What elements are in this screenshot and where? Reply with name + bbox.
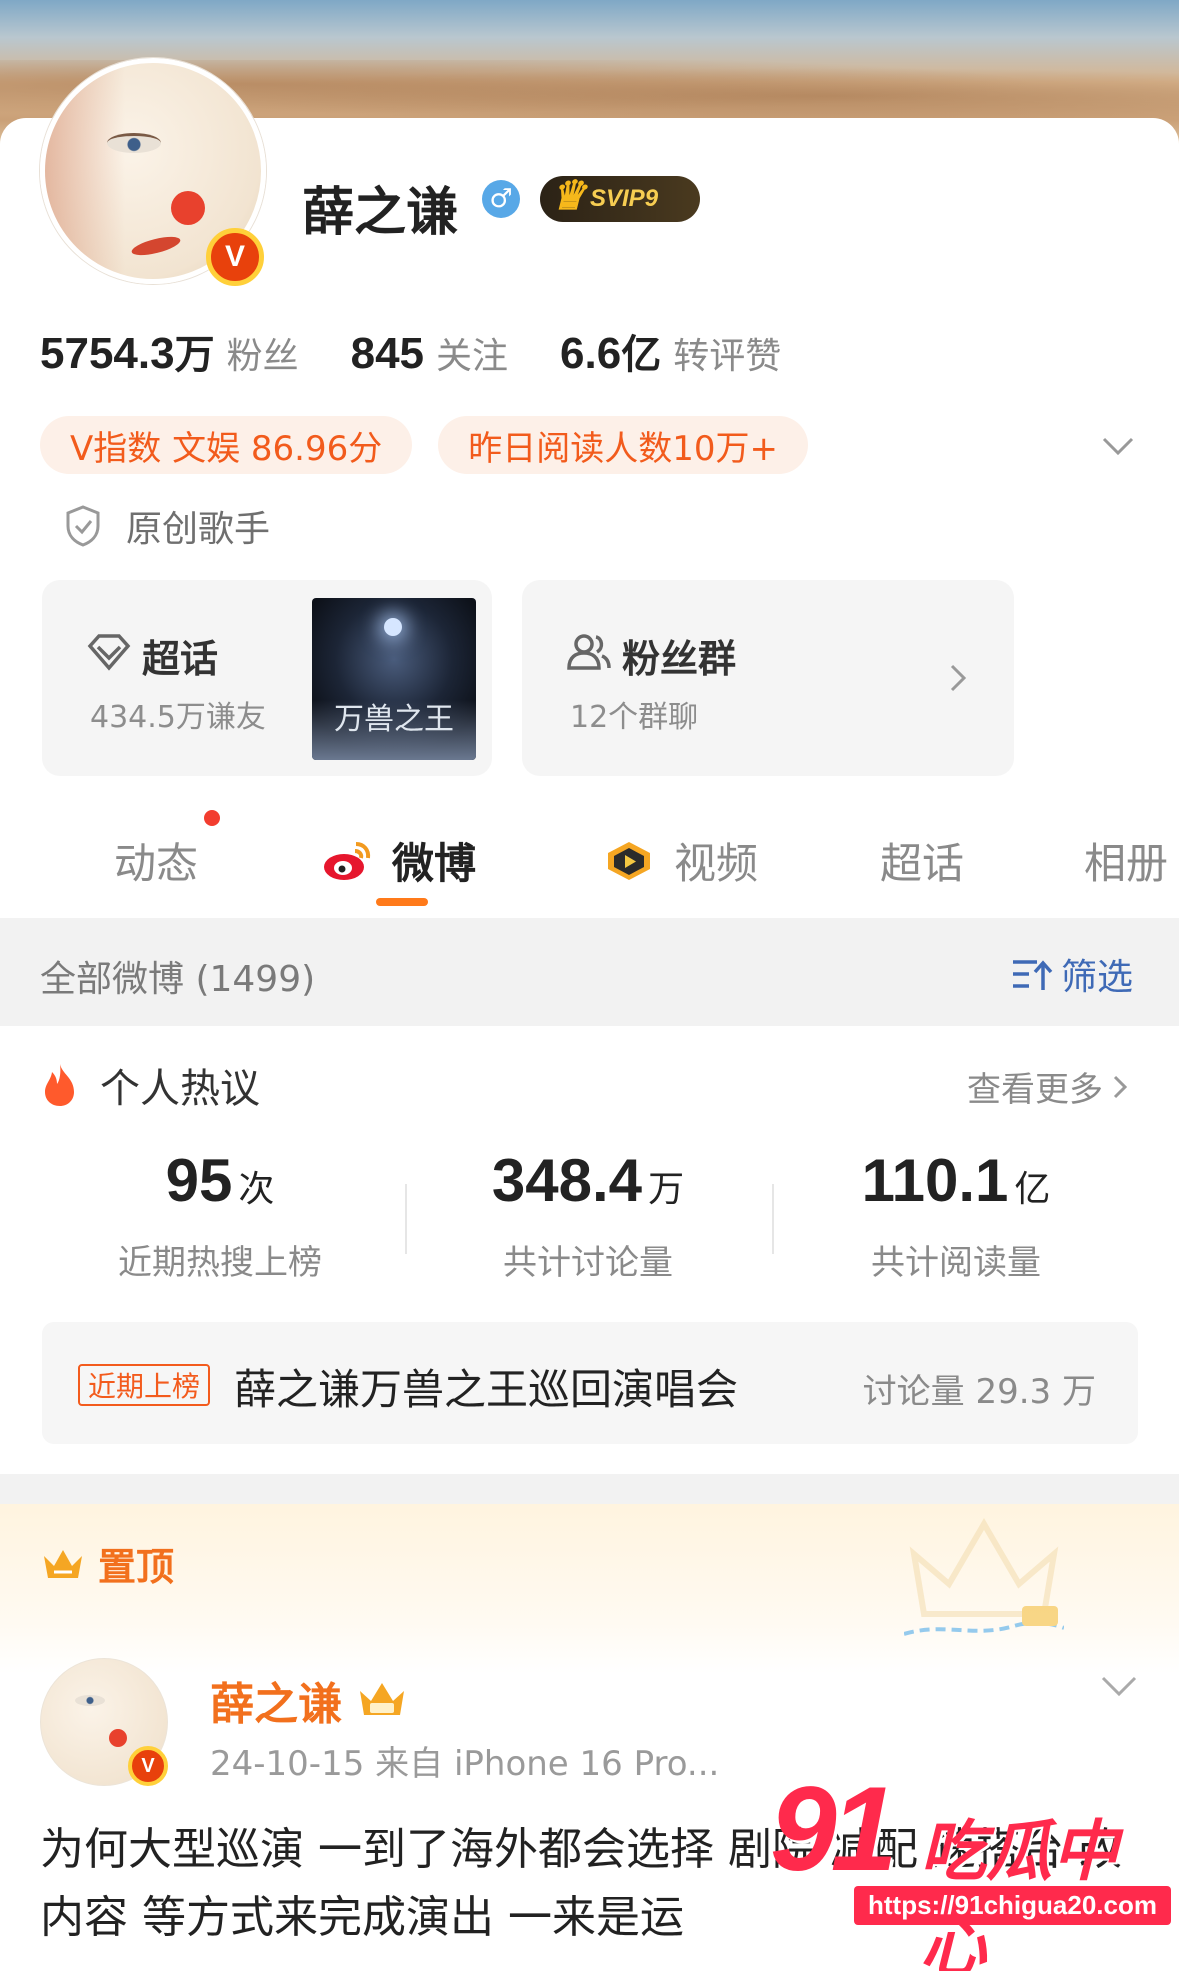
crown-icon: [44, 1549, 82, 1578]
metric-value: 348.4: [491, 1147, 643, 1214]
notification-dot: [204, 810, 220, 826]
metric-value: 110.1: [861, 1147, 1009, 1214]
divider: [772, 1184, 774, 1254]
chevron-right-icon: [950, 664, 967, 692]
see-more-link[interactable]: 查看更多: [967, 1062, 1133, 1111]
metric-discussion: 348.4 万 共计讨论量: [438, 1146, 738, 1284]
tab-label: 相册: [1084, 839, 1169, 888]
trending-count: 讨论量 29.3 万: [862, 1372, 1096, 1412]
profile-stats: 5754.3 万 粉丝 845 关注 6.6 亿 转评赞: [40, 322, 833, 380]
crown-decoration-icon: [904, 1518, 1064, 1636]
weibo-logo-icon: [324, 841, 371, 880]
hot-header: 个人热议: [40, 1056, 260, 1114]
svip-badge[interactable]: ♛ SVIP9: [540, 174, 700, 222]
watermark-number: 91: [770, 1762, 898, 1896]
pinned-label: 置顶: [40, 1536, 174, 1591]
verified-badge-icon: V: [206, 228, 264, 286]
metric-unit: 次: [238, 1169, 275, 1210]
post-meta: 24-10-15 来自 iPhone 16 Pro...: [210, 1744, 720, 1784]
watermark: 91 吃瓜中心 https://91chigua20.com: [770, 1760, 1171, 1971]
reader-count-pill[interactable]: 昨日阅读人数10万+: [438, 416, 808, 474]
diamond-icon: [87, 634, 131, 671]
pinned-text: 置顶: [98, 1545, 175, 1589]
stat-following[interactable]: 845 关注: [351, 327, 508, 379]
tab-label: 视频: [674, 839, 759, 888]
metric-hot-search: 95 次 近期热搜上榜: [70, 1146, 370, 1284]
metric-label: 共计阅读量: [871, 1243, 1041, 1283]
stat-label: 关注: [436, 336, 509, 377]
hot-title: 个人热议: [100, 1066, 260, 1112]
active-tab-indicator: [376, 898, 428, 906]
trending-topic-row[interactable]: 近期上榜 薛之谦万兽之王巡回演唱会 讨论量 29.3 万: [42, 1322, 1138, 1444]
metric-reads: 110.1 亿 共计阅读量: [806, 1146, 1106, 1284]
filter-bar: 全部微博 (1499) 筛选: [0, 918, 1179, 1026]
all-posts-count[interactable]: 全部微博 (1499): [40, 950, 315, 1002]
profile-tags: V指数 文娱 86.96分 昨日阅读人数10万+: [40, 416, 834, 474]
chevron-right-icon: [1113, 1075, 1128, 1098]
profile-role: 原创歌手: [64, 500, 270, 552]
filter-icon: [1012, 960, 1053, 990]
filter-button[interactable]: 筛选: [1011, 948, 1133, 1000]
crown-badge-icon: [360, 1683, 404, 1715]
stat-interactions[interactable]: 6.6 亿 转评赞: [560, 322, 781, 380]
stat-value: 5754.3: [40, 329, 175, 378]
supertopic-title: 超话: [142, 637, 219, 681]
supertopic-tile[interactable]: 超话 434.5万谦友 万兽之王: [42, 580, 492, 776]
video-play-icon: [608, 841, 650, 880]
chevron-down-icon[interactable]: [1100, 1674, 1138, 1698]
trending-topic: 薛之谦万兽之王巡回演唱会: [234, 1365, 739, 1414]
tab-album[interactable]: 相册: [1084, 830, 1168, 891]
v-index-pill[interactable]: V指数 文娱 86.96分: [40, 416, 413, 474]
section-separator: [0, 1474, 1179, 1504]
male-gender-icon: ♂: [482, 180, 520, 218]
fangroup-subtitle: 12个群聊: [570, 700, 699, 735]
crown-icon: ♛: [550, 174, 586, 218]
metric-value: 95: [165, 1147, 233, 1214]
tab-supertopic[interactable]: 超话: [880, 830, 964, 891]
hot-discussion-card: 个人热议 查看更多 95 次 近期热搜上榜 348.4 万 共计讨论量 110.1 亿…: [0, 1026, 1179, 1474]
metric-unit: 亿: [1014, 1169, 1051, 1210]
tab-label: 动态: [114, 839, 199, 888]
supertopic-thumbnail: 万兽之王: [312, 598, 476, 760]
flame-icon: [45, 1064, 74, 1106]
stat-unit: 万: [174, 332, 215, 378]
stat-value: 845: [350, 329, 425, 378]
stat-value: 6.6: [560, 329, 622, 378]
tab-label: 微博: [392, 839, 477, 888]
trending-tag: 近期上榜: [78, 1364, 211, 1406]
tab-label: 超话: [880, 839, 965, 888]
stat-followers[interactable]: 5754.3 万 粉丝: [40, 322, 299, 380]
metric-unit: 万: [648, 1169, 685, 1210]
verified-badge-icon: V: [128, 1746, 168, 1786]
author-name-text: 薛之谦: [210, 1679, 342, 1730]
metric-label: 近期热搜上榜: [118, 1243, 322, 1283]
tab-weibo[interactable]: 微博: [322, 830, 476, 891]
post-author-name[interactable]: 薛之谦: [210, 1668, 408, 1732]
thumbnail-title: 万兽之王: [334, 702, 454, 737]
supertopic-subtitle: 434.5万谦友: [90, 700, 266, 735]
watermark-text: 吃瓜中心: [920, 1813, 1118, 1971]
watermark-url: https://91chigua20.com: [854, 1886, 1171, 1925]
shield-icon: [66, 505, 100, 547]
stat-label: 粉丝: [226, 336, 299, 377]
group-icon: [567, 634, 611, 670]
fangroup-title: 粉丝群: [622, 637, 737, 681]
divider: [405, 1184, 407, 1254]
svip-label: SVIP9: [590, 185, 659, 212]
tab-video[interactable]: 视频: [604, 830, 758, 891]
profile-tabs: 动态 微博 视频 超话 相册: [0, 790, 1179, 916]
tab-feed[interactable]: 动态: [114, 830, 198, 891]
filter-label: 筛选: [1060, 957, 1133, 998]
chevron-down-icon[interactable]: [1100, 428, 1136, 464]
stat-unit: 亿: [621, 332, 662, 378]
role-label: 原创歌手: [126, 509, 271, 550]
stat-label: 转评赞: [673, 336, 782, 377]
see-more-label: 查看更多: [967, 1070, 1103, 1110]
metric-label: 共计讨论量: [503, 1243, 673, 1283]
fangroup-tile[interactable]: 粉丝群 12个群聊: [522, 580, 1014, 776]
profile-name: 薛之谦: [302, 183, 459, 243]
